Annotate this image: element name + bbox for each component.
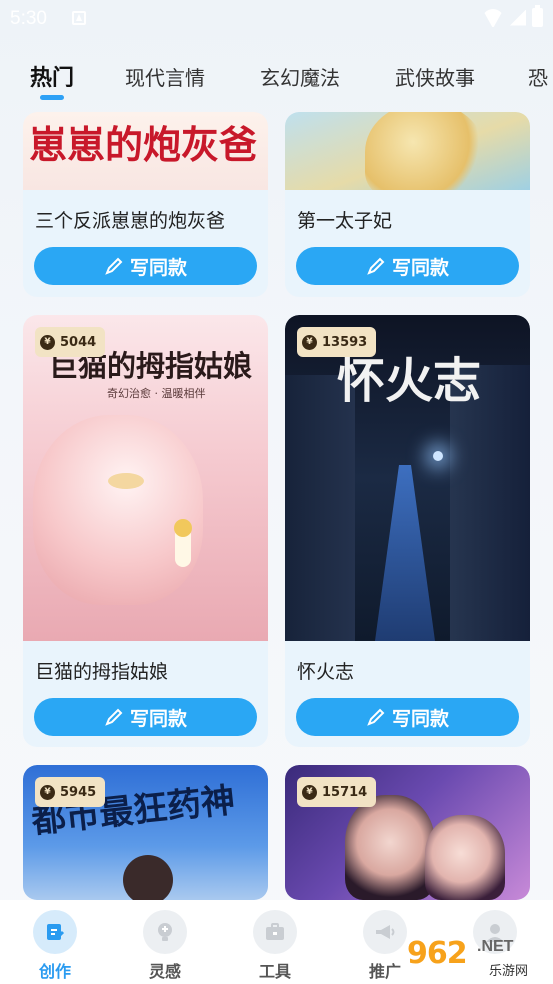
notification-icon: [72, 11, 86, 25]
couple-illustration: [345, 795, 435, 900]
nav-label: 灵感: [148, 962, 181, 981]
story-card[interactable]: 崽崽的炮灰爸 三个反派崽崽的炮灰爸 写同款: [23, 112, 268, 297]
status-icons: [482, 5, 543, 27]
coin-icon: ¥: [302, 784, 317, 800]
write-same-button[interactable]: 写同款: [296, 247, 519, 285]
battery-icon: [532, 5, 543, 27]
coin-icon: ¥: [302, 334, 317, 350]
story-cover: 怀火志: [285, 315, 530, 641]
story-title: 巨猫的拇指姑娘: [35, 661, 169, 683]
usage-count-badge: ¥ 13593: [297, 327, 377, 357]
pen-icon: [105, 708, 123, 726]
girl-head: [174, 519, 192, 537]
wifi-icon: [482, 9, 504, 27]
toolbox-icon: [266, 923, 284, 940]
character-illustration: [123, 855, 173, 900]
category-tabs: 热门 现代言情 玄幻魔法 武侠故事 恐: [0, 52, 553, 102]
tab-fantasy-magic[interactable]: 玄幻魔法: [260, 62, 340, 91]
usage-count-badge: ¥ 5945: [35, 777, 106, 807]
story-title: 怀火志: [297, 661, 355, 683]
megaphone-icon: [376, 925, 395, 939]
watermark-net: .NET: [477, 938, 514, 955]
watermark-number: 962: [407, 936, 468, 971]
nav-label: 工具: [258, 962, 291, 981]
write-same-button[interactable]: 写同款: [296, 698, 519, 736]
couple-illustration: [425, 815, 505, 900]
nav-inspiration[interactable]: 灵感: [135, 910, 195, 982]
story-card[interactable]: 怀火志 ¥ 13593 怀火志 写同款: [285, 315, 530, 747]
alley-path: [375, 465, 435, 641]
signal-icon: [510, 9, 526, 26]
nav-promote[interactable]: 推广: [355, 910, 415, 982]
cover-subtitle: 奇幻治愈 · 温暖相伴: [107, 387, 206, 400]
coin-icon: ¥: [40, 334, 55, 350]
cat-eye: [108, 473, 144, 489]
alley-wall-left: [285, 375, 355, 641]
bulb-icon: [158, 923, 172, 941]
tab-wuxia[interactable]: 武侠故事: [395, 62, 475, 91]
edit-icon: [47, 924, 65, 940]
usage-count-badge: ¥ 5044: [35, 327, 106, 357]
status-time: 5:30: [10, 8, 47, 29]
street-light: [433, 451, 443, 461]
write-same-button[interactable]: 写同款: [34, 698, 257, 736]
tab-indicator: [40, 95, 64, 100]
story-cover: 巨猫的拇指姑娘 奇幻治愈 · 温暖相伴: [23, 315, 268, 641]
story-cover: [285, 112, 530, 190]
cat-illustration: [33, 415, 203, 605]
coin-icon: ¥: [40, 784, 55, 800]
nav-label: 推广: [368, 962, 401, 981]
cover-title: 崽崽的炮灰爸: [29, 122, 258, 167]
pen-icon: [105, 257, 123, 275]
usage-count-badge: ¥ 15714: [297, 777, 377, 807]
status-bar: 5:30: [0, 0, 553, 38]
story-card[interactable]: ¥ 15714: [285, 765, 530, 900]
nav-create[interactable]: 创作: [25, 910, 85, 982]
story-card[interactable]: 第一太子妃 写同款: [285, 112, 530, 297]
story-title: 三个反派崽崽的炮灰爸: [35, 210, 226, 232]
watermark-logo: 962 .NET 乐游网: [407, 936, 547, 982]
pen-icon: [367, 708, 385, 726]
story-title: 第一太子妃: [297, 210, 393, 232]
nav-label: 创作: [38, 962, 71, 981]
story-card[interactable]: 巨猫的拇指姑娘 奇幻治愈 · 温暖相伴 ¥ 5044 巨猫的拇指姑娘 写同款: [23, 315, 268, 747]
tab-horror[interactable]: 恐: [528, 62, 548, 91]
write-same-button[interactable]: 写同款: [34, 247, 257, 285]
tab-modern-romance[interactable]: 现代言情: [125, 62, 205, 91]
nav-tools[interactable]: 工具: [245, 910, 305, 982]
story-card[interactable]: 都市最狂药神 ¥ 5945: [23, 765, 268, 900]
watermark-subtitle: 乐游网: [489, 964, 529, 979]
pen-icon: [367, 257, 385, 275]
character-illustration: [365, 112, 485, 190]
tab-hot[interactable]: 热门: [30, 60, 74, 92]
story-cover: 崽崽的炮灰爸: [23, 112, 268, 190]
